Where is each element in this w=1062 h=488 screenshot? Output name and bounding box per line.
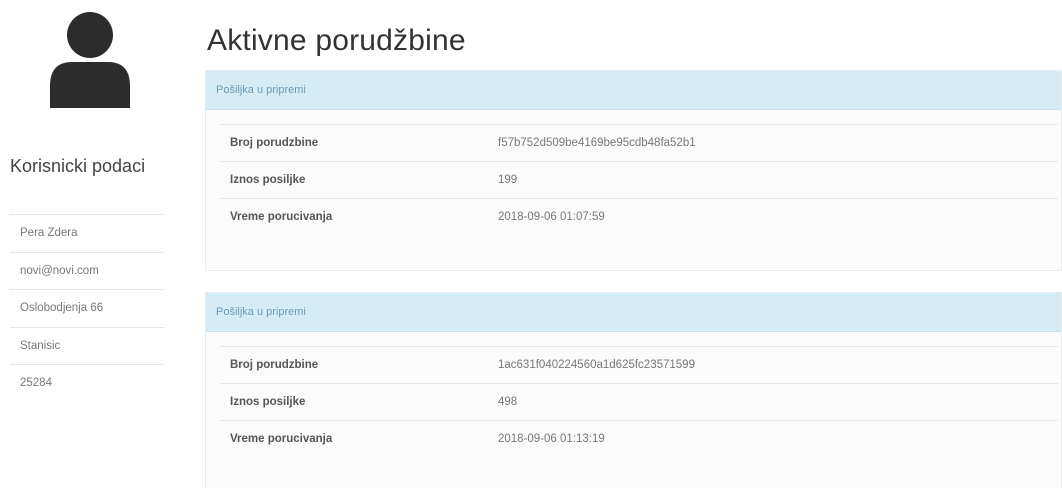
order-amount-label: Iznos posiljke [220,161,498,199]
user-sidebar: Korisnicki podaci Pera Zdera novi@novi.c… [0,0,165,488]
order-amount-value: 199 [498,161,1058,199]
order-amount-value: 498 [498,383,1058,421]
order-panel: Pošiljka u pripremi Broj porudzbine f57b… [205,70,1062,271]
order-details-table: Broj porudzbine f57b752d509be4169be95cdb… [220,124,1058,236]
table-row: Vreme porucivanja 2018-09-06 01:07:59 [220,198,1058,236]
user-info-list: Pera Zdera novi@novi.com Oslobodjenja 66… [10,214,165,403]
table-row: Vreme porucivanja 2018-09-06 01:13:19 [220,420,1058,458]
order-time-value: 2018-09-06 01:07:59 [498,198,1058,236]
order-number-value: f57b752d509be4169be95cdb48fa52b1 [498,124,1058,162]
user-full-name: Pera Zdera [10,215,165,253]
order-number-label: Broj porudzbine [220,124,498,162]
order-number-value: 1ac631f040224560a1d625fc23571599 [498,346,1058,384]
order-panel: Pošiljka u pripremi Broj porudzbine 1ac6… [205,292,1062,488]
user-address: Oslobodjenja 66 [10,290,165,328]
order-time-label: Vreme porucivanja [220,198,498,236]
order-status-heading: Pošiljka u pripremi [206,293,1061,332]
order-time-label: Vreme porucivanja [220,420,498,458]
order-amount-label: Iznos posiljke [220,383,498,421]
user-city: Stanisic [10,328,165,365]
order-time-value: 2018-09-06 01:13:19 [498,420,1058,458]
user-email: novi@novi.com [10,253,165,290]
orders-main: Aktivne porudžbine Pošiljka u pripremi B… [205,0,1062,488]
order-details-table: Broj porudzbine 1ac631f040224560a1d625fc… [220,346,1058,458]
table-row: Broj porudzbine 1ac631f040224560a1d625fc… [220,346,1058,384]
table-row: Iznos posiljke 498 [220,383,1058,421]
order-details: Broj porudzbine 1ac631f040224560a1d625fc… [206,332,1061,458]
page-title: Aktivne porudžbine [207,24,466,57]
user-avatar-icon [50,12,130,108]
table-row: Broj porudzbine f57b752d509be4169be95cdb… [220,124,1058,162]
user-postal-code: 25284 [20,377,52,389]
table-row: Iznos posiljke 199 [220,161,1058,199]
order-number-label: Broj porudzbine [220,346,498,384]
order-details: Broj porudzbine f57b752d509be4169be95cdb… [206,110,1061,236]
order-status-heading: Pošiljka u pripremi [206,71,1061,110]
user-data-heading: Korisnicki podaci [10,156,146,176]
